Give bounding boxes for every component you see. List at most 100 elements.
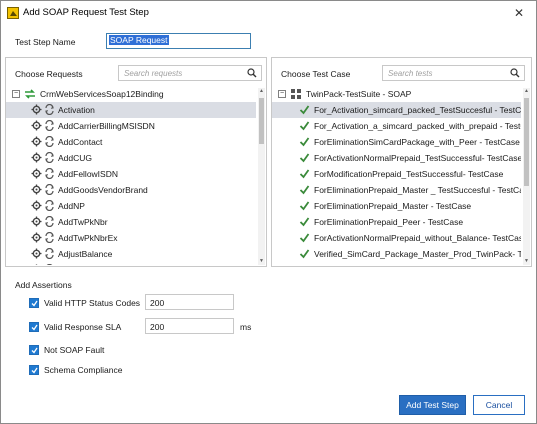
checkmark-icon xyxy=(299,153,310,163)
gear-icon xyxy=(31,104,42,115)
response-sla-label: Valid Response SLA xyxy=(44,322,122,332)
gear-icon xyxy=(31,168,42,179)
operation-icon xyxy=(46,264,53,265)
search-requests-input[interactable]: Search requests xyxy=(118,65,262,81)
test-case-item[interactable]: For_Activation_simcard_packed_TestSucces… xyxy=(272,102,521,118)
request-item-label: Activation xyxy=(58,105,95,115)
close-icon[interactable]: ✕ xyxy=(510,4,528,22)
not-soap-fault-checkbox[interactable] xyxy=(29,345,39,355)
add-soap-request-dialog: Add SOAP Request Test Step ✕ Test Step N… xyxy=(0,0,537,424)
request-item[interactable]: AddCarrierBillingMSISDN xyxy=(6,118,256,134)
choose-test-case-header: Choose Test Case Search tests xyxy=(272,58,531,86)
response-sla-unit: ms xyxy=(240,322,252,332)
test-case-item-label: ForModificationPrepaid_TestSuccessful- T… xyxy=(314,169,504,179)
operation-icon xyxy=(45,136,54,147)
collapse-icon[interactable]: − xyxy=(12,90,20,98)
test-case-item-label: For_Activation_a_simcard_packed_with_pre… xyxy=(314,121,521,131)
scroll-up-icon[interactable]: ▲ xyxy=(258,88,265,95)
test-case-item[interactable]: ForEliminationPrepaid_Master - TestCase xyxy=(272,198,521,214)
choose-requests-panel: Choose Requests Search requests − CrmWeb… xyxy=(5,57,267,267)
test-step-name-label: Test Step Name xyxy=(15,37,76,47)
gear-icon xyxy=(31,120,42,131)
test-case-item-label: ForEliminationSimCardPackage_with_Peer -… xyxy=(314,137,520,147)
operation-icon xyxy=(45,152,54,163)
test-case-item-label: Verified_SimCard_Package_Master_Prod_Twi… xyxy=(314,249,521,259)
collapse-icon[interactable]: − xyxy=(278,90,286,98)
request-item[interactable]: AdjustBalance xyxy=(6,246,256,262)
choose-test-case-panel: Choose Test Case Search tests − TwinPack… xyxy=(271,57,532,267)
request-item-label: AdjustBalance xyxy=(58,249,113,259)
request-item-label: AddGoodsVendorBrand xyxy=(58,185,148,195)
checkmark-icon xyxy=(299,105,310,115)
request-item[interactable]: AddTwPkNbrEx xyxy=(6,230,256,246)
choose-requests-header: Choose Requests Search requests xyxy=(6,58,266,86)
schema-compliance-checkbox[interactable] xyxy=(29,365,39,375)
operation-icon xyxy=(45,120,54,131)
not-soap-fault-label: Not SOAP Fault xyxy=(44,345,105,355)
requests-root-label: CrmWebServicesSoap12Binding xyxy=(40,89,164,99)
request-item[interactable]: AddFellowISDN xyxy=(6,166,256,182)
test-case-item-label: ForEliminationPrepaid_Master _ TestSucce… xyxy=(314,185,521,195)
test-case-scrollbar[interactable]: ▲ ▼ xyxy=(523,88,530,265)
test-case-item[interactable]: Verified_SimCard_Package_Master_Prod_Twi… xyxy=(272,246,521,262)
operation-icon xyxy=(45,104,54,115)
test-case-item[interactable]: ForEliminationSimCardPackage_with_Peer -… xyxy=(272,134,521,150)
gear-icon xyxy=(31,136,42,147)
checkmark-icon xyxy=(299,201,310,211)
test-step-name-row: Test Step Name SOAP Request xyxy=(1,27,536,55)
requests-tree-root[interactable]: − CrmWebServicesSoap12Binding xyxy=(12,88,252,101)
request-item[interactable]: AddGoodsVendorBrand xyxy=(6,182,256,198)
test-case-tree-root[interactable]: − TwinPack-TestSuite - SOAP xyxy=(278,88,518,101)
cancel-button[interactable]: Cancel xyxy=(473,395,525,415)
gear-icon xyxy=(35,264,38,265)
response-sla-input[interactable]: 200 xyxy=(145,318,234,334)
gear-icon xyxy=(31,216,42,227)
search-icon[interactable] xyxy=(247,68,257,78)
request-item-label: AddNP xyxy=(58,201,85,211)
http-status-input[interactable]: 200 xyxy=(145,294,234,310)
add-test-step-button[interactable]: Add Test Step xyxy=(399,395,466,415)
scroll-up-icon[interactable]: ▲ xyxy=(523,88,530,95)
operation-icon xyxy=(45,168,54,179)
test-step-name-input[interactable]: SOAP Request xyxy=(106,33,251,49)
operation-icon xyxy=(45,232,54,243)
response-sla-checkbox[interactable] xyxy=(29,322,39,332)
checkmark-icon xyxy=(299,121,310,131)
request-item[interactable]: AddNP xyxy=(6,198,256,214)
test-case-item[interactable]: ForModificationPrepaid_TestSuccessful- T… xyxy=(272,166,521,182)
test-case-item-label: ForActivationNormalPrepaid_TestSuccessfu… xyxy=(314,153,521,163)
operation-icon xyxy=(45,216,54,227)
add-assertions-title: Add Assertions xyxy=(15,280,72,290)
request-item[interactable]: AddTwPkNbr xyxy=(6,214,256,230)
requests-scroll-thumb[interactable] xyxy=(259,98,264,144)
request-item[interactable]: Activation xyxy=(6,102,256,118)
requests-scrollbar[interactable]: ▲ ▼ xyxy=(258,88,265,265)
requests-tree: − CrmWebServicesSoap12Binding Activation… xyxy=(6,88,266,265)
schema-compliance-label: Schema Compliance xyxy=(44,365,123,375)
checkmark-icon xyxy=(299,264,310,265)
operation-icon xyxy=(45,200,54,211)
request-item[interactable]: AddContact xyxy=(6,134,256,150)
test-case-item[interactable]: ForEliminationPrepaid_Master _ TestSucce… xyxy=(272,182,521,198)
test-case-scroll-thumb[interactable] xyxy=(524,98,529,186)
gear-icon xyxy=(31,200,42,211)
test-case-item[interactable]: ForActivationNormalPrepaid_without_Balan… xyxy=(272,230,521,246)
http-status-checkbox[interactable] xyxy=(29,298,39,308)
scroll-down-icon[interactable]: ▼ xyxy=(258,258,265,265)
operation-icon xyxy=(45,248,54,259)
request-item-label: AddCarrierBillingMSISDN xyxy=(58,121,155,131)
test-case-item[interactable]: For_Activation_a_simcard_packed_with_pre… xyxy=(272,118,521,134)
gear-icon xyxy=(31,248,42,259)
test-case-item[interactable]: ForEliminationPrepaid_Peer - TestCase xyxy=(272,214,521,230)
checkmark-icon xyxy=(299,137,310,147)
test-case-root-label: TwinPack-TestSuite - SOAP xyxy=(306,89,412,99)
test-case-item[interactable]: Verified_SimCard_Package_Peer_Prod_TwinP… xyxy=(272,262,521,265)
request-item[interactable]: AdjustPrepare xyxy=(6,262,256,265)
test-case-item[interactable]: ForActivationNormalPrepaid_TestSuccessfu… xyxy=(272,150,521,166)
scroll-down-icon[interactable]: ▼ xyxy=(523,258,530,265)
search-tests-input[interactable]: Search tests xyxy=(382,65,525,81)
search-icon[interactable] xyxy=(510,68,520,78)
gear-icon xyxy=(31,152,42,163)
checkmark-icon xyxy=(299,217,310,227)
request-item[interactable]: AddCUG xyxy=(6,150,256,166)
